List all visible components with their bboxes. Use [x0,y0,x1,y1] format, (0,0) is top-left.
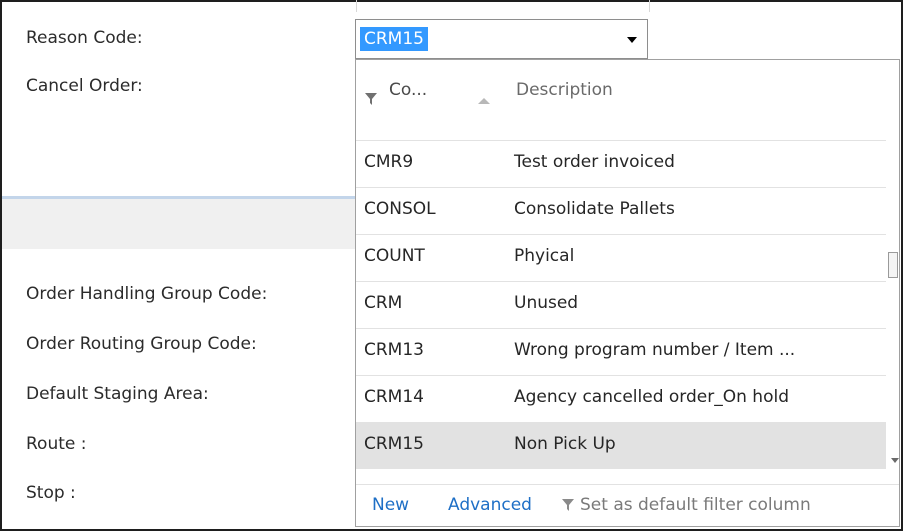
item-code: CONSOL [364,199,436,219]
list-item[interactable]: CRM Unused [356,281,886,328]
reason-code-combobox[interactable]: CRM15 [355,19,648,59]
scrollbar-thumb[interactable] [888,252,898,278]
stop-label: Stop : [26,483,76,503]
list-item[interactable]: CONSOL Consolidate Pallets [356,187,886,234]
item-description: Agency cancelled order_On hold [514,387,789,407]
filter-icon[interactable] [365,93,377,105]
item-description: Unused [514,293,579,313]
dropdown-scrollbar[interactable] [886,60,899,490]
scroll-down-arrow-icon[interactable] [891,458,899,463]
dropdown-footer: New Advanced Set as default filter colum… [356,484,899,526]
cancel-order-label: Cancel Order: [26,76,143,96]
item-code: CMR9 [364,152,414,172]
sort-ascending-icon [478,98,490,104]
column-header-description[interactable]: Description [516,80,613,100]
item-description: Non Pick Up [514,434,616,454]
item-code: CRM13 [364,340,424,360]
route-label: Route : [26,434,87,454]
list-item[interactable]: CMR9 Test order invoiced [356,140,886,187]
list-item-selected[interactable]: CRM15 Non Pick Up [356,422,886,469]
item-description: Consolidate Pallets [514,199,675,219]
item-description: Wrong program number / Item ... [514,340,796,360]
item-code: COUNT [364,246,425,266]
item-code: CRM14 [364,387,424,407]
list-item[interactable]: CRM13 Wrong program number / Item ... [356,328,886,375]
staging-area-label: Default Staging Area: [26,384,209,404]
section-band [2,199,358,249]
item-code: CRM15 [364,434,424,454]
chevron-down-icon[interactable] [627,37,637,43]
list-item[interactable]: CRM14 Agency cancelled order_On hold [356,375,886,422]
routing-group-label: Order Routing Group Code: [26,334,257,354]
list-item[interactable]: COUNT Phyical [356,234,886,281]
advanced-link[interactable]: Advanced [448,495,532,515]
set-default-filter-link[interactable]: Set as default filter column [580,495,811,515]
field-above [356,0,650,12]
dropdown-header: Co... Description [356,60,886,140]
new-link[interactable]: New [372,495,409,515]
column-header-code[interactable]: Co... [389,80,427,100]
item-description: Phyical [514,246,575,266]
item-code: CRM [364,293,403,313]
reason-code-label: Reason Code: [26,28,143,48]
reason-code-dropdown: Co... Description CMR9 Test order invoic… [355,59,900,527]
reason-code-value[interactable]: CRM15 [360,27,428,51]
handling-group-label: Order Handling Group Code: [26,284,268,304]
filter-icon [562,499,574,511]
item-description: Test order invoiced [514,152,675,172]
dropdown-list: CMR9 Test order invoiced CONSOL Consolid… [356,140,886,469]
